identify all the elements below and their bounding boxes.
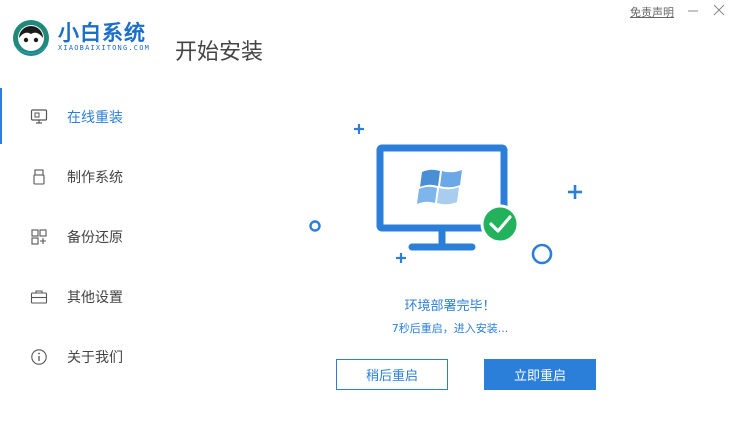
usb-icon (33, 169, 45, 185)
sidebar-item-label: 关于我们 (67, 350, 123, 366)
install-illustration (309, 124, 582, 265)
circle-decoration (531, 243, 553, 265)
sidebar-item-about-us[interactable]: 关于我们 (0, 328, 200, 384)
sidebar-item-label: 在线重装 (67, 110, 123, 126)
sidebar-item-backup-restore[interactable]: 备份还原 (0, 208, 200, 264)
circle-decoration (309, 220, 321, 232)
plus-icon (354, 124, 364, 134)
info-icon (31, 349, 47, 365)
plus-icon (396, 253, 406, 263)
sidebar-item-online-reinstall[interactable]: 在线重装 (0, 88, 200, 144)
minimize-icon[interactable] (686, 3, 700, 17)
success-check-icon (480, 204, 520, 244)
restart-now-button[interactable]: 立即重启 (484, 359, 596, 390)
backup-icon (31, 229, 47, 245)
briefcase-icon (30, 290, 48, 304)
sidebar-item-label: 其他设置 (67, 290, 123, 306)
monitor-icon (30, 109, 48, 124)
sidebar-item-make-system[interactable]: 制作系统 (0, 148, 200, 204)
close-icon[interactable] (712, 3, 726, 17)
sidebar-item-other-settings[interactable]: 其他设置 (0, 268, 200, 324)
logo-icon (13, 20, 49, 56)
disclaimer-link[interactable]: 免责声明 (630, 4, 674, 20)
sidebar-item-label: 制作系统 (67, 170, 123, 186)
sidebar-item-label: 备份还原 (67, 230, 123, 246)
brand-name: 小白系统 (58, 21, 146, 45)
status-title: 环境部署完毕！ (404, 299, 496, 314)
restart-later-button[interactable]: 稍后重启 (336, 359, 448, 390)
windows-logo-icon (417, 169, 462, 205)
brand-subtitle: XIAOBAIXITONG.COM (58, 44, 151, 52)
page-title: 开始安装 (175, 40, 264, 65)
status-subtitle: 7秒后重启，进入安装... (391, 322, 509, 335)
plus-icon (568, 185, 582, 199)
